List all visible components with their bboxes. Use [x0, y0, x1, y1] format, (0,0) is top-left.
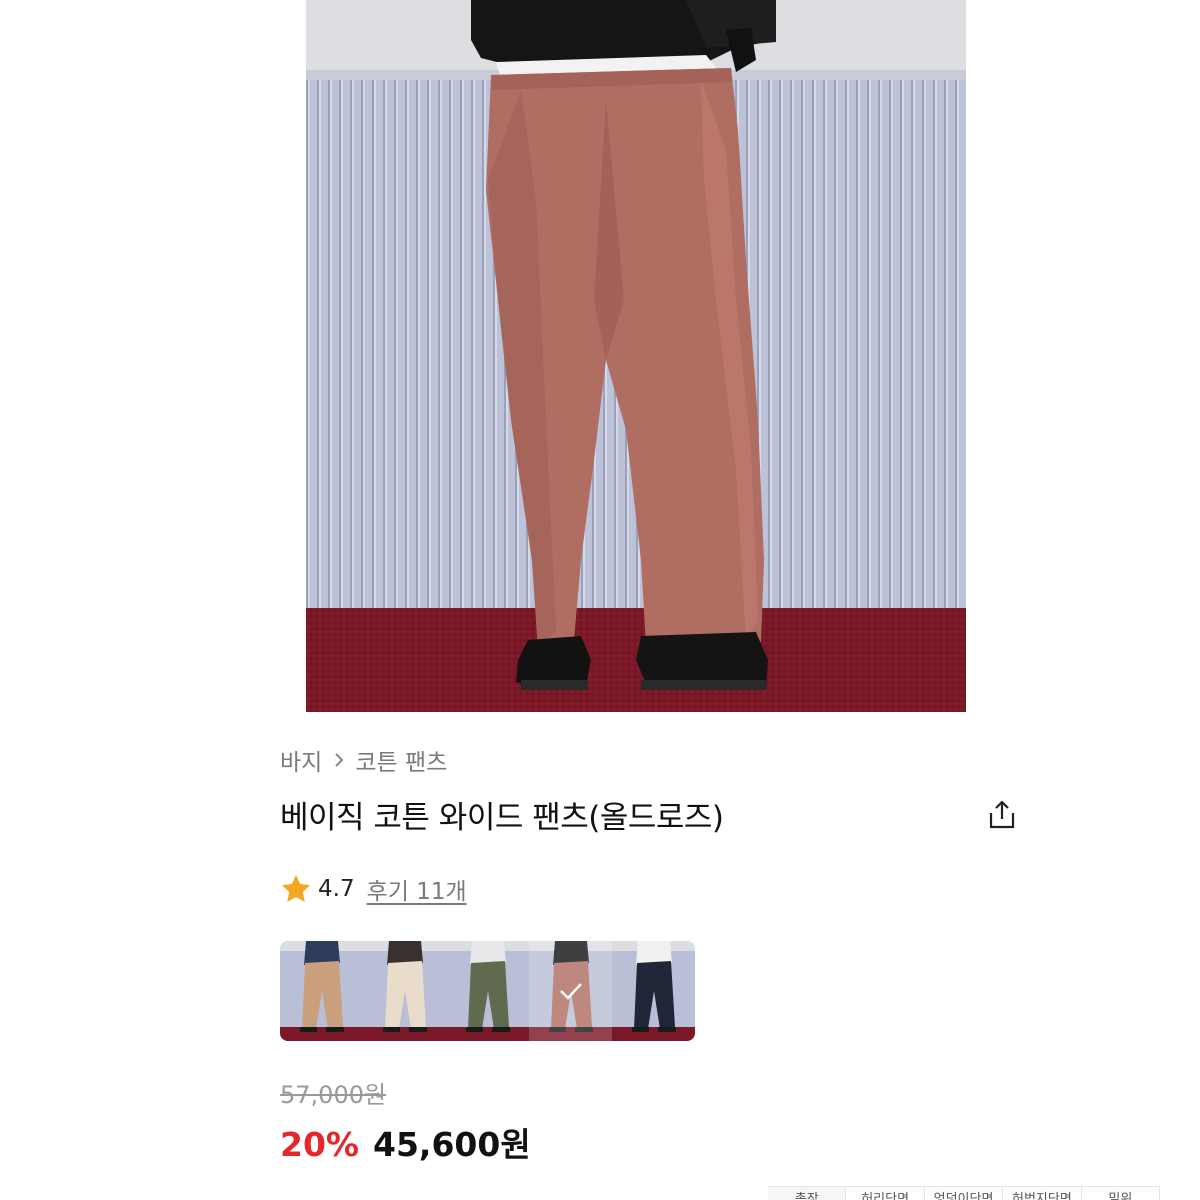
color-swatch-ivory[interactable]: [363, 941, 446, 1041]
check-icon: [529, 941, 612, 1041]
breadcrumb-item-pants[interactable]: 바지: [280, 743, 322, 777]
size-table-header: 허벅지단면: [1003, 1187, 1082, 1200]
star-icon: [282, 875, 310, 902]
share-icon[interactable]: [985, 798, 1019, 832]
original-price: 57,000원: [280, 1081, 387, 1109]
breadcrumb: 바지 코튼 팬츠: [280, 744, 447, 776]
size-table-header: 허리단면: [846, 1187, 925, 1200]
size-table: 총장 허리단면 엉덩이단면 허벅지단면 밑위: [768, 1186, 1160, 1200]
color-swatch-old-rose[interactable]: [529, 941, 612, 1041]
color-swatch-beige[interactable]: [280, 941, 363, 1041]
final-price: 45,600원: [373, 1125, 531, 1164]
breadcrumb-item-cotton-pants[interactable]: 코튼 팬츠: [355, 743, 447, 777]
product-main-image[interactable]: [306, 0, 966, 712]
color-swatch-navy[interactable]: [612, 941, 695, 1041]
rating-score: 4.7: [318, 876, 355, 902]
size-table-header: 총장: [768, 1187, 847, 1200]
price-row: 20% 45,600원: [280, 1118, 531, 1166]
discount-rate: 20%: [280, 1125, 359, 1164]
size-table-header: 밑위: [1082, 1187, 1160, 1200]
rating-row: 4.7 후기 11개: [280, 872, 467, 906]
chevron-right-icon: [334, 752, 344, 768]
size-table-header: 엉덩이단면: [925, 1187, 1004, 1200]
color-swatch-khaki[interactable]: [446, 941, 529, 1041]
product-title: 베이직 코튼 와이드 팬츠(올드로즈): [280, 800, 724, 836]
color-swatches: [280, 941, 695, 1041]
reviews-link[interactable]: 후기 11개: [367, 872, 467, 906]
